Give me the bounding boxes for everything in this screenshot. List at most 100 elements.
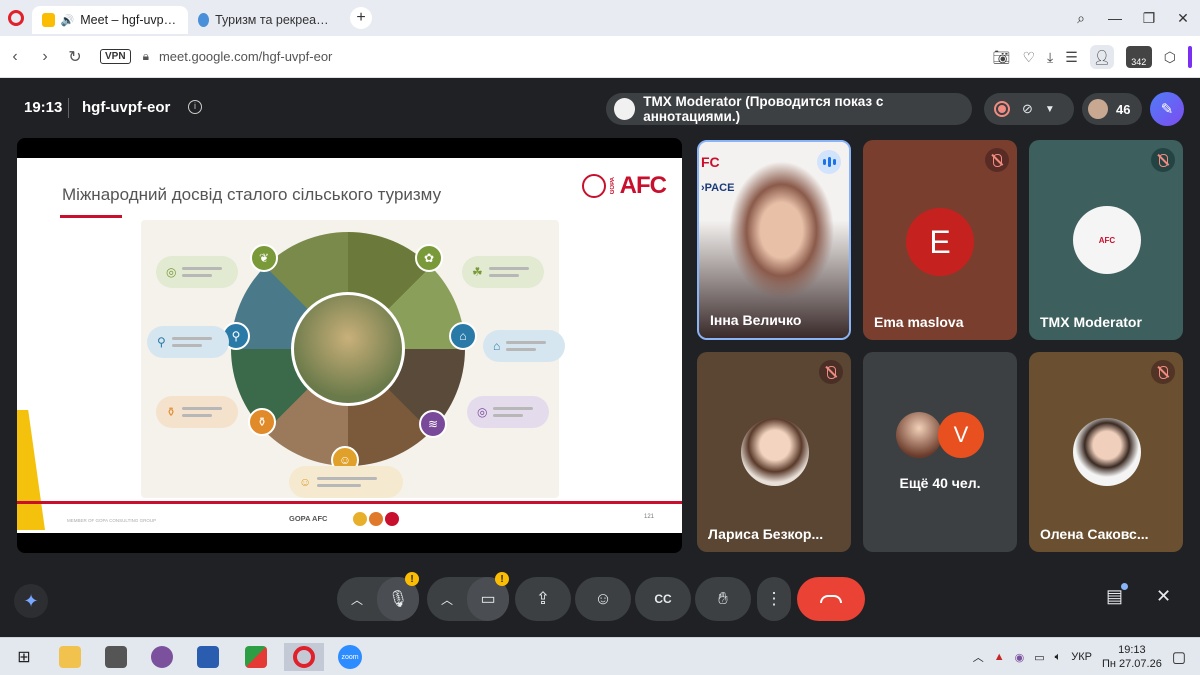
infographic-pill: ⌂ [483,330,565,362]
more-participants-tile[interactable]: V Ещё 40 чел. [863,352,1017,552]
participants-button[interactable]: 46 [1082,93,1142,125]
windows-taskbar: ⊞ zoom ︿ ▲ ◉ ▭ 🔈︎ УКР 19:13 Пн 27.07.26 … [0,637,1200,675]
minimize-button[interactable]: — [1098,10,1132,26]
gemini-sparkle-icon[interactable]: ✦ [14,584,48,618]
restore-button[interactable]: ❐ [1132,10,1166,27]
video-options-chevron-icon[interactable]: ︿ [427,591,467,608]
vpn-badge[interactable]: VPN [100,49,131,64]
clock-date: Пн 27.07.26 [1101,658,1162,670]
language-indicator[interactable]: УКР [1071,651,1092,663]
taskbar-app-zoom[interactable]: zoom [330,643,370,671]
opera-menu-icon[interactable] [0,0,32,36]
notifications-icon[interactable]: ▢ [1172,648,1186,666]
annotate-pen-icon[interactable]: ✎ [1150,92,1184,126]
download-icon[interactable]: ⤓ [1047,49,1053,66]
heart-icon[interactable]: ♡ [1022,49,1035,66]
presenter-avatar [614,98,636,120]
taskbar-app-viber[interactable] [142,643,182,671]
back-button[interactable]: ‹ [0,48,30,66]
taskbar-app-save[interactable] [188,643,228,671]
slide-page-number: 121 [643,514,654,520]
info-icon[interactable]: i [188,100,202,114]
profile-icon[interactable]: 👤︎ [1089,45,1114,69]
participant-tile[interactable]: FC ›PACE Інна Величко [697,140,851,340]
clock-time: 19:13 [1118,644,1146,656]
tab-meet[interactable]: 🔊 Meet – hgf-uvpf-eor [32,6,188,34]
browser-tab-bar: 🔊 Meet – hgf-uvpf-eor Туризм та рекреаці… [0,0,1200,36]
participant-count: 46 [1116,101,1131,117]
url-field[interactable]: meet.google.com/hgf-uvpf-eor [159,49,332,64]
easy-setup-icon[interactable]: ☰ [1065,49,1078,66]
chevron-down-icon[interactable]: ▼ [1045,104,1055,115]
windows-logo-icon: ⊞ [17,649,31,666]
present-screen-button[interactable]: ⇪ [515,577,571,621]
extensions-cube-icon[interactable]: ⬡ [1164,49,1176,66]
host-controls-icon[interactable]: ✕ [1156,586,1171,607]
tab-tourism[interactable]: Туризм та рекреація | Бан [188,6,344,34]
footer-small-text: MEMBER OF GOPA CONSULTING GROUP [67,518,157,523]
lock-icon[interactable]: 🔒︎ [143,49,149,64]
captions-button[interactable]: CC [635,577,691,621]
sidebar-accent [1188,46,1192,68]
camera-icon[interactable]: 📷︎ [993,49,1011,66]
warning-icon: ! [495,572,509,586]
logo-text: AFC [619,172,667,199]
extension-badge-icon[interactable]: 342 [1125,46,1152,68]
title-underline [60,215,122,218]
participant-name: Інна Величко [710,312,802,328]
search-tabs-icon[interactable]: ⌕ [1064,10,1098,27]
participant-tile[interactable]: Лариса Безкор... [697,352,851,552]
speaker-icon[interactable]: 🔊 [61,14,75,27]
recording-controls[interactable]: ⊘ ▼ [984,93,1074,125]
system-tray: ︿ ▲ ◉ ▭ 🔈︎ УКР 19:13 Пн 27.07.26 ▢ [973,638,1200,675]
no-captions-icon[interactable]: ⊘ [1022,101,1033,117]
taskbar-app-calculator[interactable] [96,643,136,671]
wifi-icon: ≋ [419,410,447,438]
warning-icon: ! [405,572,419,586]
taskbar-app-opera[interactable] [284,643,324,671]
floppy-disk-icon [197,646,219,668]
system-clock[interactable]: 19:13 Пн 27.07.26 [1102,643,1162,671]
mic-off-icon [985,148,1009,172]
app-tray-icon[interactable]: ▲ [994,651,1005,663]
avatar: V [938,412,984,458]
viber-tray-icon[interactable]: ◉ [1015,651,1025,664]
speaking-indicator-icon [817,150,841,174]
pottery-icon: ⚱ [248,408,276,436]
footer-badge-icon [353,512,367,526]
infographic-pill: ☘ [462,256,544,288]
infographic-pill: ◎ [467,396,549,428]
network-icon[interactable]: ▭ [1034,651,1044,664]
close-window-button[interactable]: ✕ [1166,10,1200,27]
chevron-up-icon[interactable]: ︿ [973,649,984,665]
leaf-icon: ❦ [250,244,278,272]
start-button[interactable]: ⊞ [4,643,44,671]
more-options-button[interactable]: ⋮ [757,577,791,621]
participant-name: Олена Саковс... [1040,526,1149,542]
emoji-reaction-button[interactable]: ☺ [575,577,631,621]
chat-notification-dot [1121,583,1128,590]
volume-icon[interactable]: 🔈︎ [1055,651,1062,664]
forward-button[interactable]: › [30,48,60,66]
raise-hand-button[interactable]: ✋︎ [695,577,751,621]
participant-tile[interactable]: AFC TMX Moderator [1029,140,1183,340]
opera-icon [293,646,315,668]
new-tab-button[interactable]: + [350,7,372,29]
participant-tile[interactable]: Олена Саковс... [1029,352,1183,552]
taskbar-app-green[interactable] [236,643,276,671]
participant-tile[interactable]: E Ema maslova [863,140,1017,340]
participant-mini-avatar [1088,99,1108,119]
leave-call-button[interactable] [797,577,865,621]
chat-icon[interactable]: ▤ [1106,586,1123,607]
avatar: E [906,208,974,276]
taskbar-app-explorer[interactable] [50,643,90,671]
presenting-indicator[interactable]: TMX Moderator (Проводится показ с аннота… [606,93,972,125]
meet-header: 19:13 hgf-uvpf-eor i TMX Moderator (Пров… [0,80,1200,136]
recording-icon[interactable] [994,101,1010,117]
reload-button[interactable]: ↻ [60,47,90,67]
tab-title: Meet – hgf-uvpf-eor [80,13,178,27]
avatar [741,418,809,486]
camera-control-group: ︿ ▭ ! [427,572,509,621]
globe-logo-icon [581,174,606,198]
audio-options-chevron-icon[interactable]: ︿ [337,591,377,608]
